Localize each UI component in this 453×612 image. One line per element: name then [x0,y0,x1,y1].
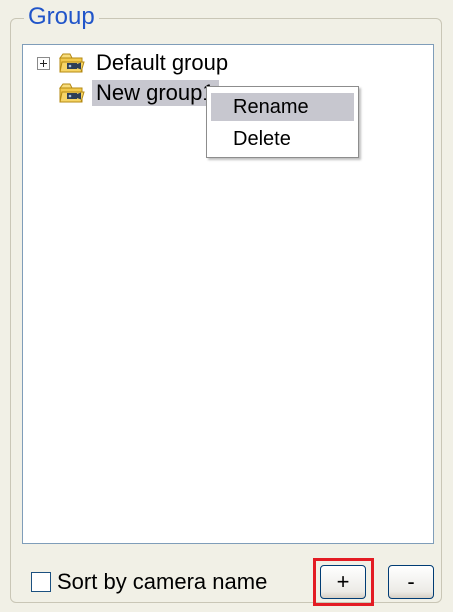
tree-item-label: New group1 [92,80,219,106]
bottom-bar: Sort by camera name + - [22,558,434,606]
expand-plus-icon[interactable] [37,56,50,70]
menu-item-delete[interactable]: Delete [211,125,354,153]
remove-group-button[interactable]: - [388,565,434,599]
folder-camera-icon [59,53,85,73]
tree-item-default-group[interactable]: Default group [37,49,232,77]
group-settings-window: Group Default group New group1 Rename De… [0,0,453,612]
add-group-button[interactable]: + [320,565,366,599]
menu-item-rename[interactable]: Rename [211,93,354,121]
tree-item-new-group1[interactable]: New group1 [58,79,219,107]
sort-by-camera-name-checkbox[interactable] [31,572,51,592]
sort-by-camera-name-label[interactable]: Sort by camera name [57,568,267,596]
folder-camera-icon [59,83,85,103]
context-menu: Rename Delete [206,86,359,158]
group-title: Group [24,3,99,31]
tree-item-label: Default group [96,50,229,75]
